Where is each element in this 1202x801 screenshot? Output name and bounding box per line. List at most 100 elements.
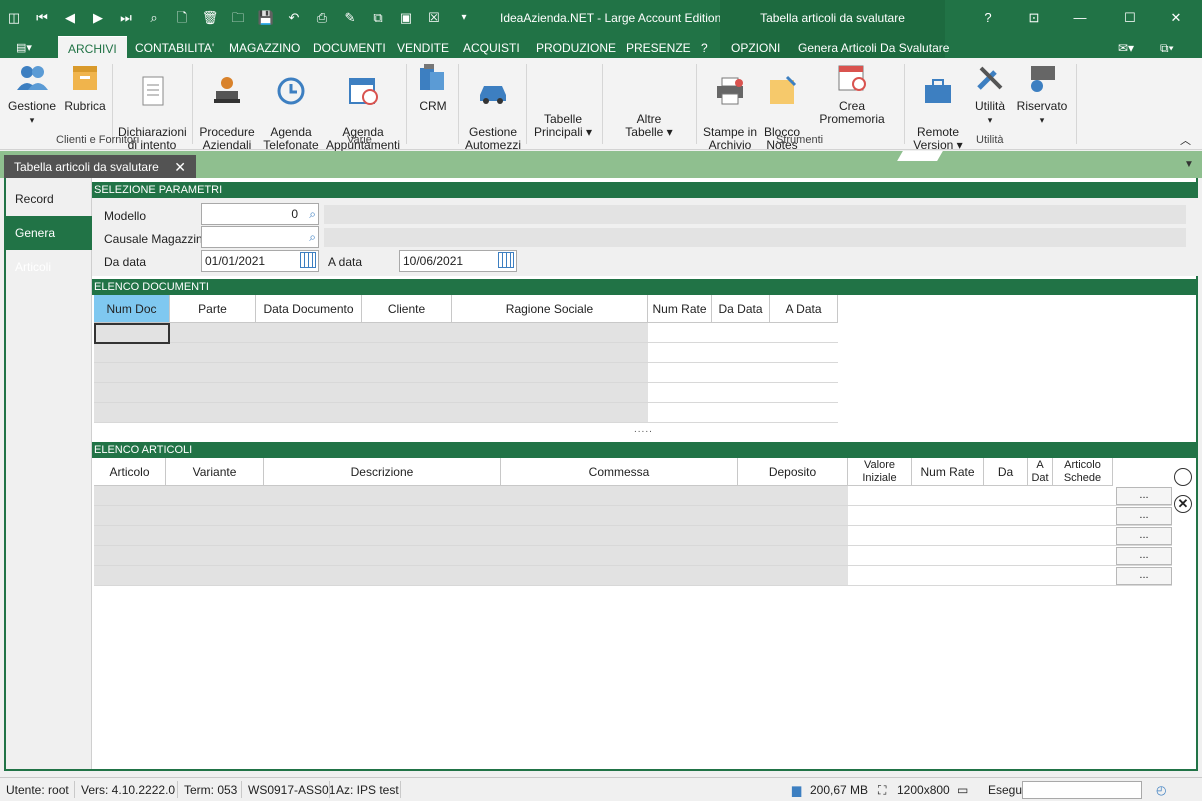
articoli-row[interactable] [94,546,848,566]
articolo-schede-button[interactable]: ... [1116,507,1172,525]
mail-icon[interactable]: ✉▾ [1118,36,1134,58]
esegui-input[interactable] [1022,781,1142,799]
tab-genera-articoli[interactable]: Genera Articoli Da Svalutare [798,36,949,58]
prev-record-icon[interactable]: ◀ [60,9,80,27]
splitter-handle[interactable]: ..... [634,424,653,435]
delete-icon[interactable]: 🗑 [200,9,220,27]
search-icon[interactable]: ⌕ [144,9,164,27]
tab-documenti[interactable]: DOCUMENTI [313,36,386,58]
documenti-row-extra[interactable] [648,363,838,383]
tabelle-principali-button[interactable]: Tabelle Principali ▾ [532,100,594,139]
tab-help[interactable]: ? [701,36,708,58]
agenda-telefonate-button[interactable]: Agenda Telefonate [262,62,320,152]
copy-icon[interactable]: ⧉ [368,9,388,27]
articoli-column-header[interactable]: Articolo [94,458,166,486]
articoli-column-header[interactable]: Da Data [984,458,1028,486]
selected-cell[interactable] [94,323,170,344]
a-data-field[interactable]: 10/06/2021 [399,250,517,272]
sidebar-item-genera-articoli[interactable]: Genera Articoli [6,216,92,274]
modello-field[interactable]: 0 ⌕ [201,203,319,225]
documenti-column-header[interactable]: Parte [170,295,256,323]
save-icon[interactable]: 💾 [256,9,276,27]
delete-row-icon[interactable]: ✕ [1174,495,1192,513]
documenti-row[interactable] [94,403,648,423]
documenti-row-extra[interactable] [648,383,838,403]
image-icon[interactable]: ▣ [396,9,416,27]
causale-field[interactable]: ⌕ [201,226,319,248]
calendar-icon[interactable] [498,252,514,268]
last-record-icon[interactable]: ⏭ [116,9,136,27]
new-document-icon[interactable]: 🗋 [172,9,192,27]
articolo-schede-button[interactable]: ... [1116,567,1172,585]
documenti-column-header[interactable]: A Data [770,295,838,323]
tab-acquisti[interactable]: ACQUISTI [463,36,520,58]
documenti-row-extra[interactable] [648,403,838,423]
documenti-column-header[interactable]: Num Doc [94,295,170,323]
tab-contabilita[interactable]: CONTABILITA' [135,36,214,58]
tab-vendite[interactable]: VENDITE [397,36,449,58]
file-menu-icon[interactable]: ▤▾ [16,36,32,58]
documenti-column-header[interactable]: Ragione Sociale [452,295,648,323]
altre-tabelle-button[interactable]: Altre Tabelle ▾ [618,100,680,139]
add-row-icon[interactable] [1174,468,1192,486]
print-icon[interactable]: ⎙ [312,9,332,27]
tab-produzione[interactable]: PRODUZIONE [536,36,616,58]
close-button[interactable]: ✕ [1166,8,1186,28]
search-icon[interactable]: ⌕ [309,204,316,224]
tab-presenze[interactable]: PRESENZE [626,36,691,58]
documenti-column-header[interactable]: Data Documento [256,295,362,323]
tab-magazzino[interactable]: MAGAZZINO [229,36,300,58]
remote-version-button[interactable]: Remote Version ▾ [910,62,966,152]
documenti-row[interactable] [94,323,648,343]
articoli-row[interactable] [94,526,848,546]
articoli-column-header[interactable]: Commessa [501,458,738,486]
articolo-schede-button[interactable]: ... [1116,487,1172,505]
stampe-archivio-button[interactable]: Stampe in Archivio [702,62,758,152]
crea-promemoria-button[interactable]: Crea Promemoria [808,62,896,126]
maximize-button[interactable]: ☐ [1120,8,1140,28]
restore-ribbon-icon[interactable]: ⊡ [1024,8,1044,28]
documenti-row[interactable] [94,363,648,383]
next-record-icon[interactable]: ▶ [88,9,108,27]
search-icon[interactable]: ⌕ [309,227,316,247]
customize-dropdown-icon[interactable]: ▾ [454,9,474,27]
first-record-icon[interactable]: ⏮ [32,9,52,27]
tab-archivi[interactable]: ARCHIVI [58,36,127,58]
sidebar-item-record[interactable]: Record [6,182,92,216]
articoli-column-header[interactable]: Descrizione [264,458,501,486]
articoli-column-header[interactable]: A Dat e [1028,458,1053,486]
collapse-ribbon-icon[interactable]: ︿ [1180,132,1191,148]
crm-button[interactable]: CRM [414,62,452,113]
da-data-field[interactable]: 01/01/2021 [201,250,319,272]
document-tab[interactable]: Tabella articoli da svalutare ✕ [4,155,196,179]
app-menu-icon[interactable]: ◫ [4,9,24,27]
documenti-row[interactable] [94,343,648,363]
documenti-column-header[interactable]: Num Rate [648,295,712,323]
gestione-automezzi-button[interactable]: Gestione Automezzi [464,62,522,152]
articoli-column-header[interactable]: Articolo Schede [1053,458,1113,486]
tab-opzioni[interactable]: OPZIONI [731,36,780,58]
window-icon[interactable]: ▭ [957,783,968,797]
layout-icon[interactable]: ⧉▾ [1160,36,1174,58]
open-folder-icon[interactable]: 🗀 [228,9,248,27]
articolo-schede-button[interactable]: ... [1116,527,1172,545]
help-button[interactable]: ? [978,8,998,28]
undo-icon[interactable]: ↶ [284,9,304,27]
rubrica-button[interactable]: Rubrica [62,62,108,113]
riservato-button[interactable]: Riservato ▾ [1016,62,1068,127]
gestione-button[interactable]: Gestione ▾ [8,62,56,127]
documenti-column-header[interactable]: Da Data [712,295,770,323]
minimize-button[interactable]: — [1070,8,1090,28]
articoli-row[interactable] [94,566,848,586]
articoli-row[interactable] [94,506,848,526]
refresh-clock-icon[interactable]: ◴ [1156,783,1166,797]
documenti-row[interactable] [94,383,648,403]
articoli-column-header[interactable]: Num Rate [912,458,984,486]
utilita-button[interactable]: Utilità ▾ [972,62,1008,127]
articoli-row[interactable] [94,486,848,506]
calendar-icon[interactable] [300,252,316,268]
documenti-row-extra[interactable] [648,323,838,343]
articoli-column-header[interactable]: Deposito [738,458,848,486]
documenti-column-header[interactable]: Cliente [362,295,452,323]
articoli-column-header[interactable]: Variante [166,458,264,486]
